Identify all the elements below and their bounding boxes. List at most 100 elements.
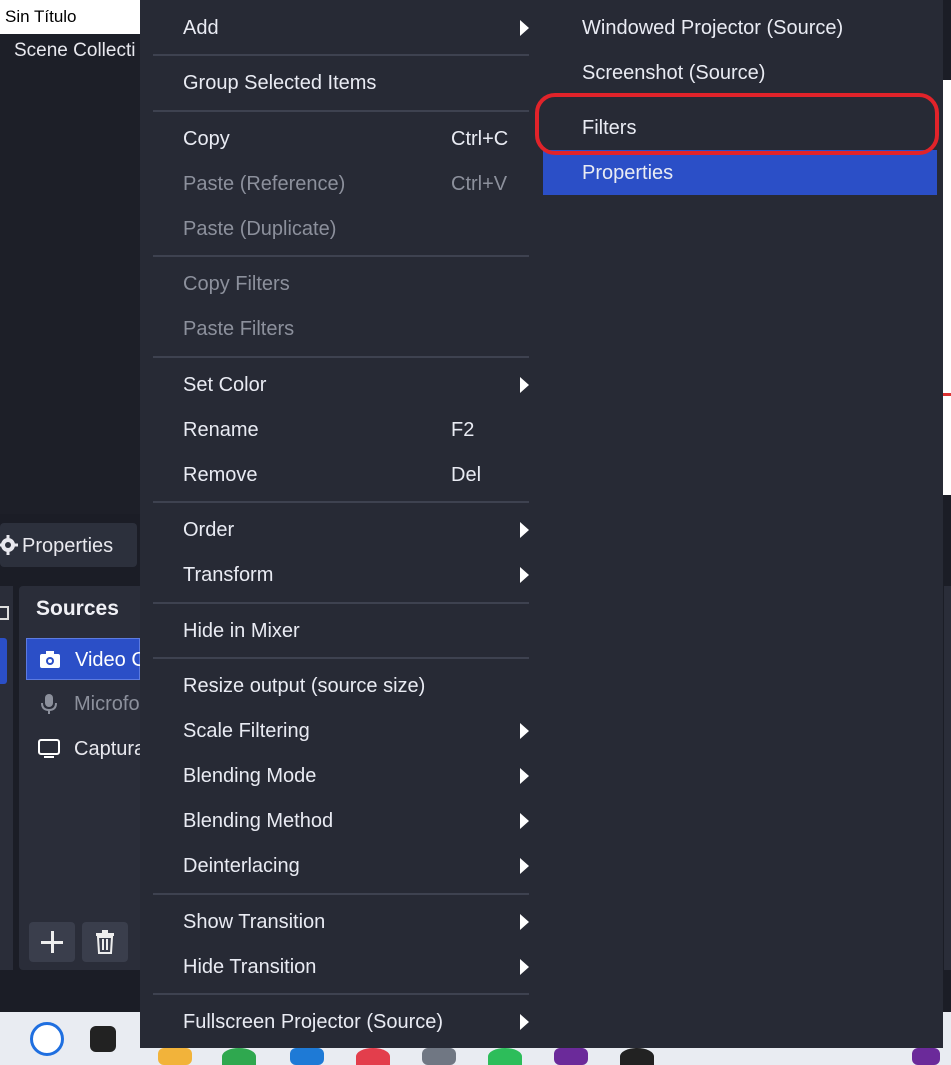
- menu-item-label: Rename: [183, 419, 259, 441]
- submenu-arrow-icon: [520, 377, 529, 393]
- menu-separator: [153, 657, 529, 659]
- menu-item-copy-filters: Copy Filters: [140, 261, 540, 306]
- menu-item-remove[interactable]: Remove Del: [140, 452, 540, 497]
- properties-button[interactable]: Properties: [0, 523, 137, 567]
- menu-item-label: Remove: [183, 464, 258, 486]
- submenu-arrow-icon: [520, 914, 529, 930]
- window-titlebar: Sin Título: [0, 0, 140, 34]
- panel-icon: [0, 606, 9, 620]
- menu-item-scale-filtering[interactable]: Scale Filtering: [140, 708, 540, 753]
- menu-item-set-color[interactable]: Set Color: [140, 362, 540, 407]
- menu-item-add[interactable]: Add: [140, 5, 540, 50]
- menu-item-label: Deinterlacing: [183, 855, 300, 877]
- add-source-button[interactable]: [29, 922, 75, 962]
- menu-item-paste-reference: Paste (Reference) Ctrl+V: [140, 161, 540, 206]
- menu-item-group-selected[interactable]: Group Selected Items: [140, 60, 540, 105]
- menu-item-label: Scale Filtering: [183, 720, 310, 742]
- menu-item-paste-duplicate: Paste (Duplicate): [140, 206, 540, 251]
- submenu-arrow-icon: [520, 858, 529, 874]
- submenu: Windowed Projector (Source) Screenshot (…: [540, 0, 943, 1048]
- menu-separator: [153, 110, 529, 112]
- menu-item-label: Hide Transition: [183, 956, 317, 978]
- menu-item-shortcut: Del: [451, 464, 482, 486]
- menu-item-shortcut: Ctrl+V: [451, 173, 508, 195]
- browser-icon[interactable]: [356, 1048, 390, 1065]
- context-menu: Add Group Selected Items Copy Ctrl+C Pas…: [140, 0, 540, 1048]
- right-dock-panel: [944, 586, 951, 970]
- chrome-icon[interactable]: [222, 1048, 256, 1065]
- menu-item-label: Copy Filters: [183, 273, 290, 295]
- menu-item-shortcut: Ctrl+C: [451, 128, 509, 150]
- whatsapp-icon[interactable]: [488, 1048, 522, 1065]
- obs-icon[interactable]: [620, 1048, 654, 1065]
- source-label: Video C: [75, 649, 146, 671]
- app-icon[interactable]: [912, 1048, 940, 1065]
- source-item-capture[interactable]: Captura: [26, 728, 145, 770]
- menu-item-rename[interactable]: Rename F2: [140, 407, 540, 452]
- menu-item-copy[interactable]: Copy Ctrl+C: [140, 116, 540, 161]
- menu-item-label: Order: [183, 519, 235, 541]
- menu-item-show-transition[interactable]: Show Transition: [140, 899, 540, 944]
- submenu-item-label: Screenshot (Source): [582, 62, 766, 84]
- menu-item-order[interactable]: Order: [140, 507, 540, 552]
- menu-item-blending-method[interactable]: Blending Method: [140, 798, 540, 843]
- selected-scene[interactable]: [0, 638, 7, 684]
- source-label: Microfo: [74, 693, 140, 715]
- app-icon[interactable]: [554, 1048, 588, 1065]
- menu-item-hide-transition[interactable]: Hide Transition: [140, 944, 540, 989]
- source-item-video[interactable]: Video C: [26, 638, 146, 680]
- menu-item-fullscreen-projector[interactable]: Fullscreen Projector (Source): [140, 999, 540, 1044]
- monitor-icon: [38, 739, 60, 758]
- submenu-arrow-icon: [520, 768, 529, 784]
- menu-separator: [153, 54, 529, 56]
- submenu-arrow-icon: [520, 723, 529, 739]
- submenu-arrow-icon: [520, 20, 529, 36]
- file-explorer-icon[interactable]: [158, 1048, 192, 1065]
- menu-item-deinterlacing[interactable]: Deinterlacing: [140, 843, 540, 888]
- menu-item-label: Add: [183, 17, 219, 39]
- submenu-item-screenshot[interactable]: Screenshot (Source): [543, 50, 937, 95]
- highlight-annotation: [535, 93, 939, 155]
- menu-item-hide-in-mixer[interactable]: Hide in Mixer: [140, 608, 540, 653]
- microphone-icon: [41, 694, 57, 714]
- window-title: Sin Título: [5, 7, 77, 26]
- menu-item-label: Blending Method: [183, 810, 334, 832]
- submenu-arrow-icon: [520, 522, 529, 538]
- menu-separator: [153, 602, 529, 604]
- app-icon[interactable]: [90, 1026, 116, 1052]
- menu-item-label: Paste Filters: [183, 318, 295, 340]
- submenu-arrow-icon: [520, 1014, 529, 1030]
- menu-item-label: Resize output (source size): [183, 675, 426, 697]
- menu-item-blending-mode[interactable]: Blending Mode: [140, 753, 540, 798]
- scenes-panel: [0, 586, 13, 970]
- preview-area: [942, 80, 951, 495]
- menu-item-label: Show Transition: [183, 911, 326, 933]
- bing-icon[interactable]: [30, 1022, 64, 1056]
- menu-separator: [153, 893, 529, 895]
- menu-item-paste-filters: Paste Filters: [140, 306, 540, 351]
- vscode-icon[interactable]: [290, 1048, 324, 1065]
- source-item-microphone[interactable]: Microfo: [26, 683, 140, 725]
- submenu-item-label: Windowed Projector (Source): [582, 17, 844, 39]
- menu-separator: [153, 993, 529, 995]
- camera-icon: [40, 651, 60, 668]
- menu-item-resize-output[interactable]: Resize output (source size): [140, 663, 540, 708]
- submenu-item-properties[interactable]: Properties: [543, 150, 937, 195]
- submenu-item-windowed-projector[interactable]: Windowed Projector (Source): [543, 5, 937, 50]
- menu-item-label: Transform: [183, 564, 274, 586]
- submenu-arrow-icon: [520, 959, 529, 975]
- menu-item-label: Blending Mode: [183, 765, 317, 787]
- source-label: Captura: [74, 738, 146, 760]
- properties-button-label: Properties: [22, 535, 114, 557]
- menu-item-transform[interactable]: Transform: [140, 552, 540, 597]
- menu-item-label: Group Selected Items: [183, 72, 377, 94]
- preview-edge: [942, 393, 951, 396]
- scene-collection-menu[interactable]: Scene Collecti: [14, 40, 135, 62]
- menu-separator: [153, 255, 529, 257]
- submenu-arrow-icon: [520, 567, 529, 583]
- settings-icon[interactable]: [422, 1048, 456, 1065]
- gear-icon: [0, 535, 18, 555]
- submenu-arrow-icon: [520, 813, 529, 829]
- menu-item-shortcut: F2: [451, 419, 475, 441]
- remove-source-button[interactable]: [82, 922, 128, 962]
